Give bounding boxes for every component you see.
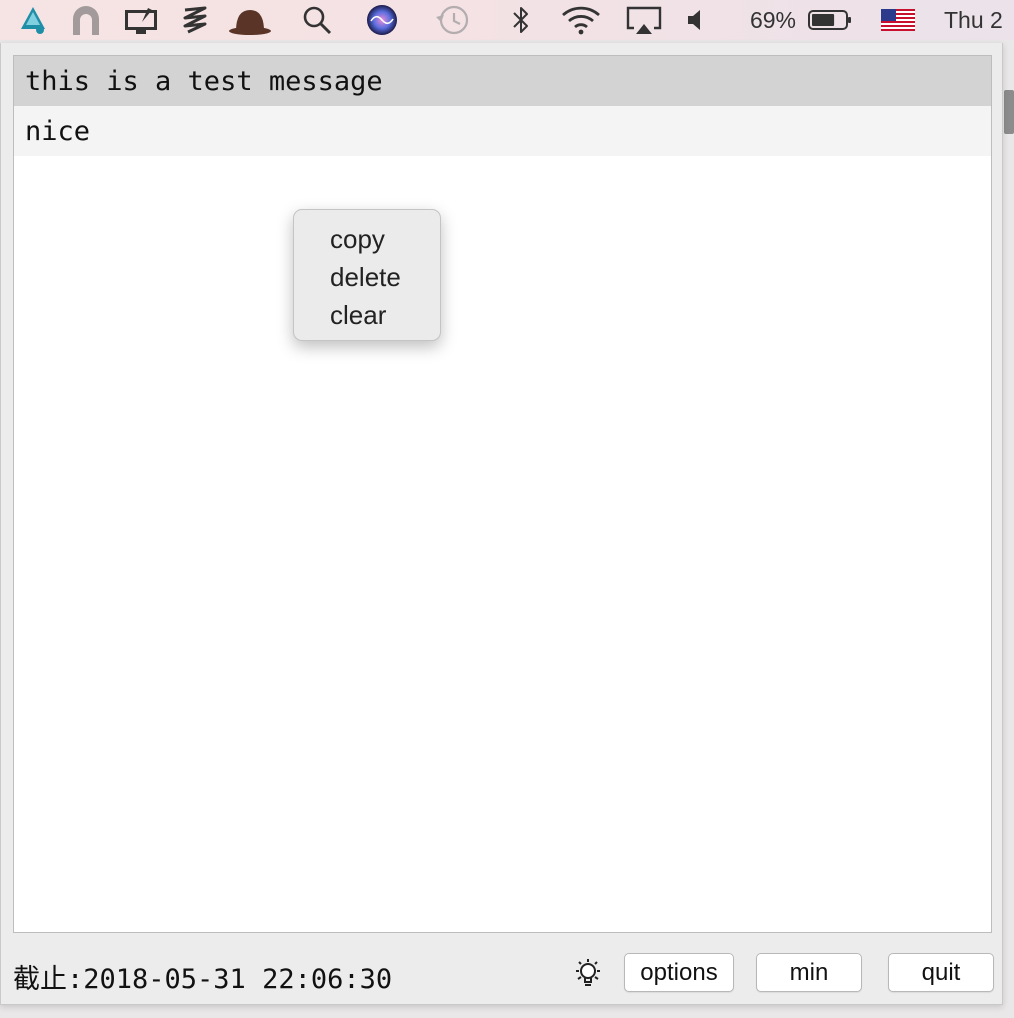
clock-text: Thu 2	[944, 6, 1003, 33]
app-window: this is a test message nice 截止:2018-05-3…	[0, 43, 1003, 1005]
list-item-text: this is a test message	[25, 65, 383, 97]
options-button[interactable]: options	[624, 953, 734, 992]
siri-icon[interactable]	[362, 0, 402, 40]
list-item-text: nice	[25, 115, 91, 147]
clock[interactable]: Thu 2	[944, 0, 1014, 40]
screen-share-icon[interactable]	[120, 0, 162, 40]
bowler-hat-icon[interactable]	[226, 0, 274, 40]
menu-item-delete[interactable]: delete	[294, 258, 440, 296]
status-timestamp: 截止:2018-05-31 22:06:30	[13, 964, 393, 995]
context-menu: copy delete clear	[293, 209, 441, 341]
list-item[interactable]: this is a test message	[14, 56, 991, 106]
arch-icon[interactable]	[66, 0, 106, 40]
volume-icon[interactable]	[682, 0, 710, 40]
list-item[interactable]: nice	[14, 106, 991, 156]
search-icon[interactable]	[298, 0, 336, 40]
us-flag-icon[interactable]	[880, 0, 916, 40]
bluetooth-icon[interactable]	[506, 0, 536, 40]
menu-item-copy[interactable]: copy	[294, 220, 440, 258]
min-button[interactable]: min	[756, 953, 862, 992]
airplay-icon[interactable]	[622, 0, 666, 40]
battery-percent[interactable]: 69%	[744, 0, 802, 40]
megaphone-icon[interactable]	[14, 0, 52, 40]
battery-percent-text: 69%	[749, 6, 797, 33]
background-scrollbar-thumb[interactable]	[1004, 90, 1014, 134]
menu-item-clear[interactable]: clear	[294, 296, 440, 334]
time-machine-icon[interactable]	[430, 0, 474, 40]
message-list[interactable]: this is a test message nice	[13, 55, 992, 933]
menu-bar: 69% Thu 2	[0, 0, 1014, 40]
battery-icon[interactable]	[806, 0, 854, 40]
quit-button[interactable]: quit	[888, 953, 994, 992]
lightbulb-icon[interactable]	[571, 957, 605, 991]
z-scribble-icon[interactable]	[176, 0, 214, 40]
wifi-icon[interactable]	[558, 0, 604, 40]
